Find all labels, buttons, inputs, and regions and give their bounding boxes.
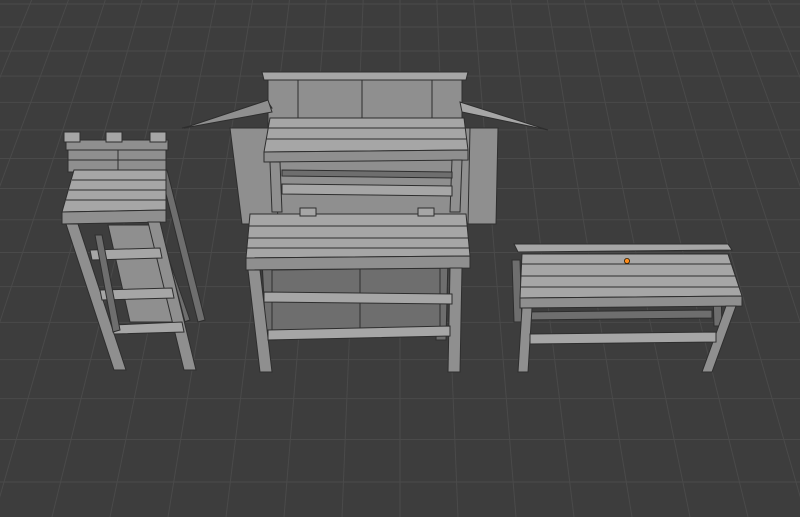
table-mid-bar bbox=[263, 291, 453, 305]
table-top-tab-2 bbox=[417, 207, 435, 217]
stall-roof-eave-right bbox=[459, 101, 549, 131]
stall-upper-shelf-bar bbox=[281, 183, 453, 197]
bench-front-stretcher bbox=[529, 331, 717, 345]
stall-upper-rear-bar bbox=[281, 169, 453, 179]
stall-upper-leg-left bbox=[269, 161, 283, 213]
tower-top-cap-2 bbox=[105, 131, 123, 143]
tower-top-cap-3 bbox=[149, 131, 167, 143]
stall-roof-ridge bbox=[261, 71, 469, 81]
tower-top-cap-1 bbox=[63, 131, 81, 143]
viewport-canvas[interactable] bbox=[0, 0, 800, 517]
tower-top-deck bbox=[61, 169, 167, 213]
stall-roof-eave-left-face bbox=[183, 99, 273, 129]
bench-top-front-edge bbox=[519, 295, 743, 309]
table-top bbox=[245, 213, 471, 259]
tall-shelf-tower[interactable] bbox=[61, 131, 206, 371]
bench-back-stretcher bbox=[521, 309, 713, 321]
3d-viewport[interactable] bbox=[0, 0, 800, 517]
table-front-leg-right bbox=[447, 267, 463, 373]
bench-back-rail bbox=[513, 243, 733, 253]
stall-upper-tabletop bbox=[263, 117, 469, 153]
stall-upper-front-edge bbox=[263, 149, 469, 163]
tower-crossbar-3 bbox=[111, 321, 185, 335]
object-origin-marker[interactable] bbox=[624, 257, 631, 264]
tower-back-slats bbox=[67, 149, 167, 173]
table-top-front-edge bbox=[245, 255, 471, 271]
two-tier-plank-table[interactable] bbox=[245, 207, 471, 373]
table-top-tab-1 bbox=[299, 207, 317, 217]
